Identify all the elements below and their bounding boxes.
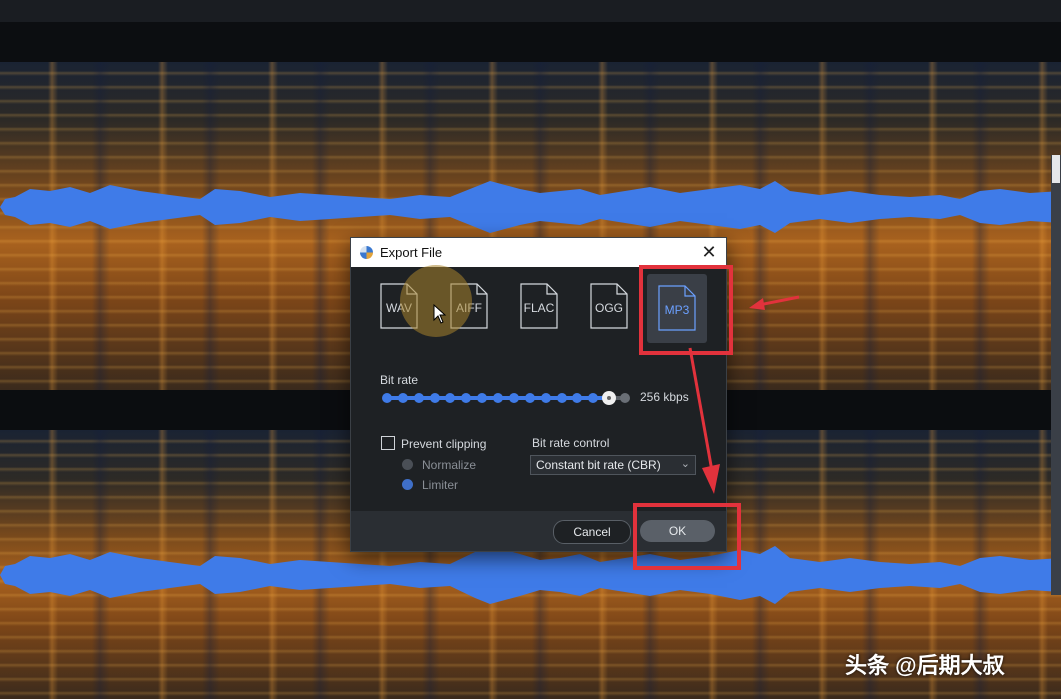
format-label: WAV [386,301,412,315]
format-ogg-button[interactable]: OGG [590,283,628,329]
dialog-titlebar[interactable]: Export File ✕ [351,238,726,267]
scrollbar-thumb[interactable] [1052,155,1060,183]
limiter-label: Limiter [422,478,459,492]
normalize-radio[interactable]: Normalize [402,458,476,472]
watermark: 头条 @后期大叔 [845,653,1005,678]
format-selector: WAV AIFF FLAC OGG MP3 [351,273,726,343]
format-wav-button[interactable]: WAV [380,283,418,329]
dialog-footer: Cancel OK [351,511,726,551]
bitrate-slider[interactable] [380,391,632,405]
slider-step-dot[interactable] [429,393,440,403]
slider-step-dot[interactable] [445,393,456,403]
timeline-header [0,22,1061,62]
slider-step-dot[interactable] [397,393,408,403]
slider-step-dot[interactable] [588,393,599,403]
ok-button[interactable]: OK [640,520,715,542]
prevent-clipping-label: Prevent clipping [401,437,487,451]
slider-step-dot[interactable] [477,393,488,403]
prevent-clipping-checkbox[interactable]: Prevent clipping [381,436,486,451]
normalize-label: Normalize [422,458,477,472]
slider-step-dot[interactable] [620,393,630,403]
close-icon[interactable]: ✕ [698,241,720,263]
format-label: OGG [594,301,623,315]
dialog-title: Export File [380,245,443,260]
slider-step-dot[interactable] [508,393,519,403]
bitrate-control-select[interactable]: Constant bit rate (CBR) ⌄ [530,455,696,475]
cursor-icon [433,304,447,324]
format-label: FLAC [523,301,555,315]
vertical-scrollbar[interactable] [1051,155,1061,595]
limiter-radio[interactable]: Limiter [402,478,458,492]
slider-step-dot[interactable] [572,393,583,403]
format-aiff-button[interactable]: AIFF [450,283,488,329]
slider-thumb[interactable] [602,391,617,405]
chevron-down-icon: ⌄ [680,458,690,470]
bitrate-value: 256 kbps [640,390,689,404]
app-top-bar [0,0,1061,23]
cancel-button[interactable]: Cancel [553,520,631,544]
slider-step-dot[interactable] [540,393,551,403]
export-file-dialog: Export File ✕ WAV AIFF FLAC OGG MP3 Bit … [350,237,727,552]
app-icon [360,246,373,259]
slider-step-dot[interactable] [556,393,567,403]
waveform-channel-1 [0,181,1061,233]
slider-step-dot[interactable] [413,393,424,403]
select-value: Constant bit rate (CBR) [536,458,661,472]
format-mp3-button[interactable]: MP3 [647,274,707,343]
bitrate-control-label: Bit rate control [532,436,610,450]
slider-step-dot[interactable] [493,393,504,403]
format-mp3-tile: MP3 [658,285,696,331]
slider-step-dot[interactable] [382,393,392,403]
slider-step-dot[interactable] [524,393,535,403]
radio-dot[interactable] [402,459,413,470]
format-flac-button[interactable]: FLAC [520,283,558,329]
format-label: MP3 [664,303,690,317]
format-label: AIFF [456,301,482,315]
slider-step-dot[interactable] [461,393,472,403]
bitrate-label: Bit rate [380,373,419,387]
radio-dot[interactable] [402,479,413,490]
checkbox-box[interactable] [381,436,395,450]
